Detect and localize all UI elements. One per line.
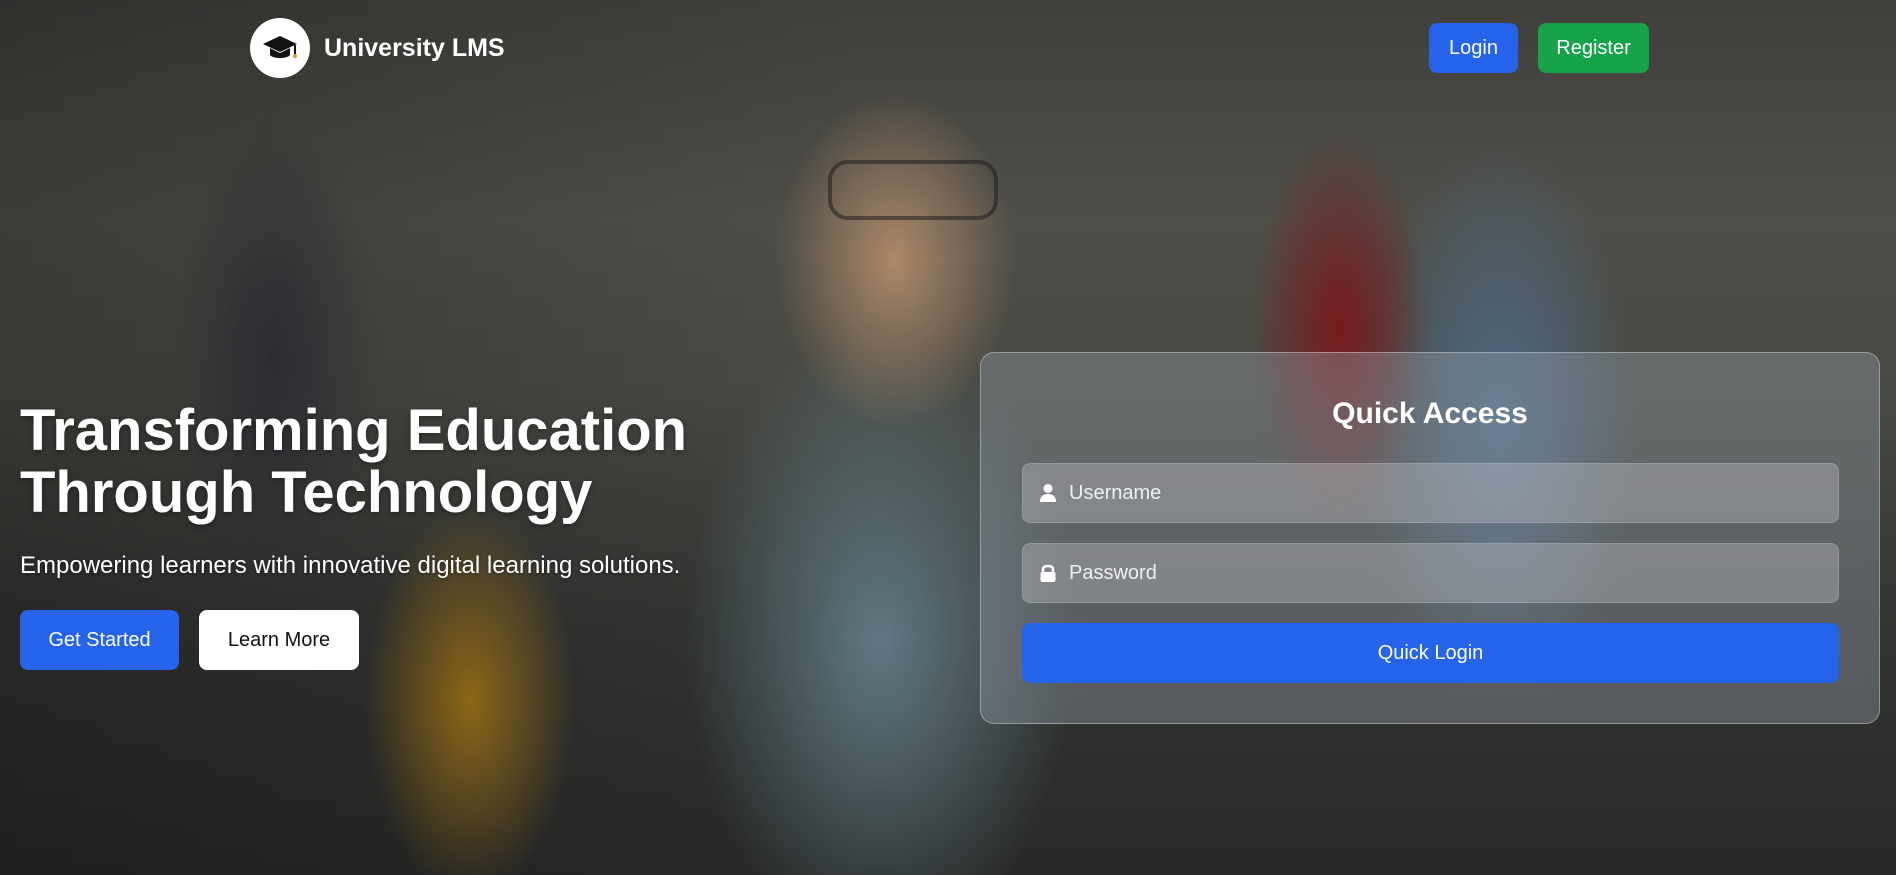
hero-content: Transforming Education Through Technolog…: [20, 400, 780, 670]
password-input[interactable]: [1069, 544, 1838, 602]
quick-access-title: Quick Access: [1332, 397, 1528, 430]
hero-title-line-1: Transforming Education: [20, 398, 688, 463]
hero-subtitle: Empowering learners with innovative digi…: [20, 552, 681, 579]
username-input[interactable]: [1069, 464, 1838, 522]
username-field[interactable]: [1022, 463, 1839, 523]
hero-photo-glasses: [828, 160, 998, 220]
quick-login-button[interactable]: Quick Login: [1022, 623, 1839, 683]
get-started-button[interactable]: Get Started: [20, 610, 179, 670]
lock-icon: [1037, 562, 1059, 584]
hero-title-line-2: Through Technology: [20, 460, 593, 525]
hero-title: Transforming Education Through Technolog…: [20, 400, 780, 524]
password-field[interactable]: [1022, 543, 1839, 603]
nav-login-button[interactable]: Login: [1429, 23, 1518, 73]
brand-name: University LMS: [324, 33, 505, 62]
learn-more-button[interactable]: Learn More: [199, 610, 359, 670]
hero-background: University LMS Login Register Transformi…: [0, 0, 1896, 875]
graduation-cap-icon: [250, 18, 310, 78]
navbar: University LMS Login Register: [0, 0, 1896, 100]
user-icon: [1037, 482, 1059, 504]
brand[interactable]: University LMS: [250, 18, 505, 78]
hero-actions: Get Started Learn More: [20, 610, 780, 670]
quick-access-card: Quick Access Quick Login: [980, 352, 1880, 724]
nav-register-button[interactable]: Register: [1538, 23, 1649, 73]
